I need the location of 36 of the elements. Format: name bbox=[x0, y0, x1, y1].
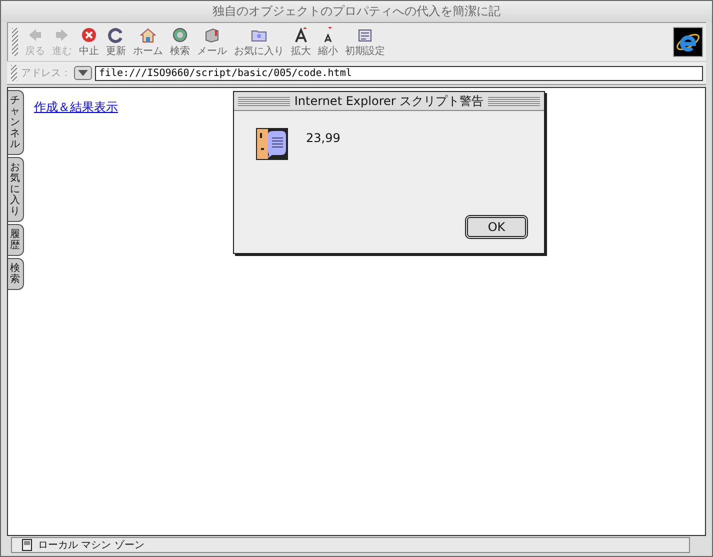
address-field[interactable]: file:///ISO9660/script/basic/005/code.html bbox=[95, 66, 703, 80]
toolbar-button[interactable]: 更新 bbox=[103, 26, 129, 58]
caret-icon bbox=[78, 70, 88, 76]
side-tab[interactable]: 履歴 bbox=[8, 224, 24, 256]
dropdown-button[interactable] bbox=[74, 66, 92, 80]
title-bar-stripes bbox=[488, 96, 540, 106]
refresh-icon bbox=[108, 26, 124, 42]
speaking-face-icon bbox=[256, 128, 288, 160]
toolbar-button[interactable]: 縮小 bbox=[315, 26, 341, 58]
status-text: ローカル マシン ゾーン bbox=[38, 538, 144, 552]
stop-icon bbox=[81, 26, 97, 42]
side-tab[interactable]: 検索 bbox=[8, 258, 24, 290]
dialog-title: Internet Explorer スクリプト警告 bbox=[294, 92, 484, 110]
toolbar-button[interactable]: 拡大 bbox=[288, 26, 314, 58]
toolbar-button[interactable]: お気に入り bbox=[231, 26, 287, 58]
arrow-right-icon bbox=[54, 26, 70, 42]
home-icon bbox=[140, 26, 156, 42]
toolbar-button[interactable]: 検索 bbox=[167, 26, 193, 58]
e-logo-icon bbox=[673, 27, 703, 57]
text-larger-icon bbox=[293, 26, 309, 42]
toolbar-button[interactable]: ホーム bbox=[130, 26, 166, 58]
side-tab[interactable]: お気に入り bbox=[8, 157, 24, 222]
toolbar-button[interactable]: 中止 bbox=[76, 26, 102, 58]
title-bar-stripes bbox=[238, 96, 290, 106]
window-title: 独自のオブジェクトのプロパティへの代入を簡潔に記 bbox=[212, 3, 500, 20]
page-link[interactable]: 作成＆結果表示 bbox=[34, 100, 118, 114]
dialog-message: 23,99 bbox=[306, 131, 340, 145]
address-label: アドレス： bbox=[21, 67, 71, 80]
toolbar-button[interactable]: 初期設定 bbox=[342, 26, 388, 58]
settings-icon bbox=[357, 26, 373, 42]
toolbar-grip[interactable] bbox=[11, 65, 17, 81]
arrow-left-icon bbox=[27, 26, 43, 42]
toolbar-grip[interactable] bbox=[12, 28, 18, 56]
ok-button[interactable]: OK bbox=[465, 215, 528, 239]
toolbar-button[interactable]: メール bbox=[194, 26, 230, 58]
side-tab[interactable]: チャンネル bbox=[8, 90, 24, 155]
